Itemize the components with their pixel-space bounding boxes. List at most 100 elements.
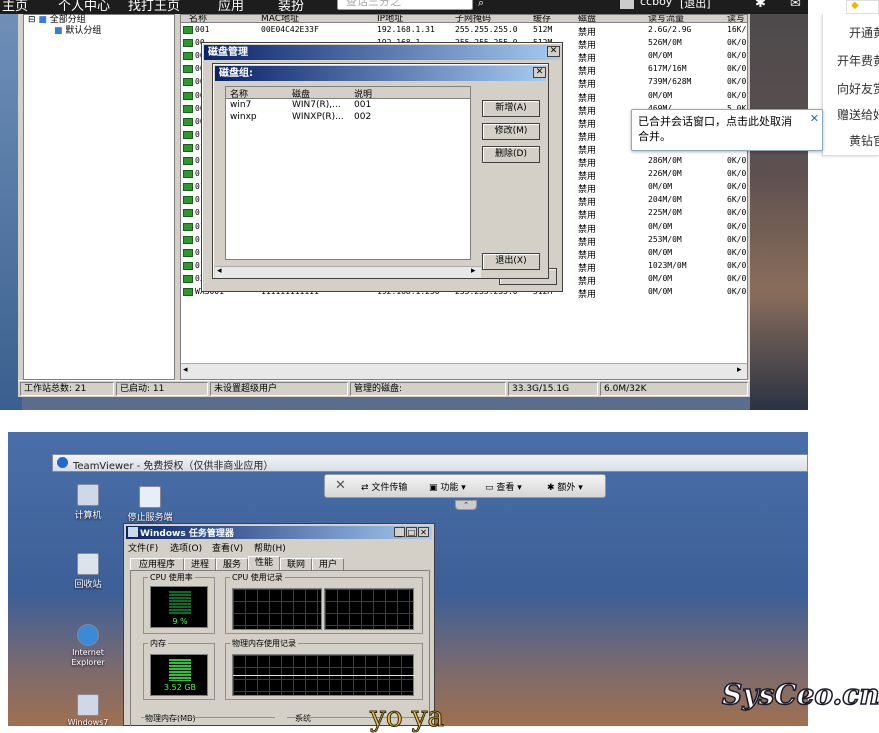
teamviewer-toolbar: ✕ ⇄ 文件传输 ▣ 功能 ▾ ▭ 查看 ▾ ✱ 额外 ▾ [324, 474, 606, 498]
search-icon[interactable]: ⌕ [478, 0, 484, 10]
promo-item[interactable]: 黄钻官 [849, 132, 879, 149]
edit-button[interactable]: 修改(M) [482, 123, 540, 140]
cell-traffic: 0M/0M [648, 273, 673, 283]
site-watermark: SysCeo.cn [721, 677, 879, 712]
column-header[interactable]: 读写 [727, 15, 745, 24]
toolbar-collapse-icon[interactable]: ⌃ [455, 500, 477, 510]
column-header[interactable]: 读写流量 [648, 15, 684, 24]
nav-decor-link[interactable]: 装扮 [278, 0, 304, 14]
memory-history-group: 物理内存使用记录 [225, 638, 423, 700]
status-bar: 工作站总数: 21 已启动: 11 未设置超级用户 管理的磁盘: 33.3G/1… [18, 380, 750, 397]
desktop-icon-stop-server[interactable]: 停止服务端 [120, 486, 180, 523]
recycle-bin-icon [77, 553, 99, 575]
cell-traffic: 286M/0M [648, 156, 682, 165]
actions-menu[interactable]: ▣ 功能 ▾ [429, 480, 466, 493]
extras-menu[interactable]: ✱ 额外 ▾ [547, 480, 583, 493]
nav-home-link[interactable]: 主页 [2, 0, 28, 14]
horizontal-scrollbar[interactable]: ◂ ▸ [181, 363, 747, 379]
close-icon[interactable]: ✕ [547, 46, 560, 57]
nav-page-link[interactable]: 找打王页 [128, 0, 180, 14]
menu-options[interactable]: 选项(O) [170, 541, 202, 554]
cell-traffic: 226M/0M [648, 169, 682, 179]
gear-icon: ✱ [547, 483, 555, 493]
tab-bar: 应用程序 进程 服务 性能 联网 用户 [130, 556, 430, 571]
avatar[interactable] [620, 0, 634, 9]
desktop-icon-recycle-bin[interactable]: 回收站 [58, 553, 118, 590]
promo-item[interactable]: 开年费黄 [837, 52, 879, 69]
maximize-icon[interactable]: □ [406, 527, 417, 537]
column-header[interactable]: MAC地址 [261, 15, 299, 24]
cell-traffic: 0M/0M [648, 51, 673, 61]
scroll-right-icon[interactable]: ▸ [737, 365, 742, 375]
column-header[interactable]: 子网掩码 [455, 15, 491, 24]
close-icon[interactable]: ✕ [810, 111, 819, 126]
tab-5[interactable]: 用户 [312, 558, 344, 570]
cell-state: 禁用 [578, 159, 597, 169]
nav-profile-link[interactable]: 个人中心 [58, 0, 110, 14]
cell-rw: 0K/0 [727, 182, 747, 192]
monitor-icon [183, 288, 193, 296]
scroll-left-icon[interactable]: ◂ [217, 266, 222, 276]
table-row[interactable]: 001 00E04C42E33F 192.168.1.31 255.255.255.0… [181, 24, 747, 38]
list-header: 名称 MAC地址 IP地址 子网掩码 缓存 磁盘 读写流量 读写 [181, 15, 747, 24]
exit-button[interactable]: 退出(X) [482, 253, 540, 270]
teamviewer-icon [57, 457, 68, 468]
cell-state: 禁用 [578, 106, 597, 117]
memory-value: 3.52 GB [163, 683, 197, 692]
nav-apps-link[interactable]: 应用 [218, 0, 244, 14]
cell-rw: 0K/0 [727, 64, 747, 74]
scroll-left-icon[interactable]: ◂ [183, 365, 188, 375]
cpu-history-group: CPU 使用记录 [225, 572, 423, 634]
menu-help[interactable]: 帮助(H) [254, 541, 286, 554]
dialog-title: 磁盘管理 [204, 45, 560, 60]
column-header[interactable]: 磁盘 [578, 15, 596, 24]
monitor-icon [183, 183, 193, 192]
search-input[interactable]: 查话三分之 [337, 0, 473, 10]
username-link[interactable]: ccboy [640, 0, 672, 8]
column-header[interactable]: IP地址 [377, 15, 403, 24]
column-header[interactable]: 名称 [230, 87, 248, 100]
close-icon[interactable]: ✕ [418, 527, 429, 537]
logout-link[interactable]: [退出] [680, 0, 711, 11]
group-label: CPU 使用记录 [230, 572, 285, 583]
horizontal-scrollbar[interactable]: ◂ ▸ [215, 266, 481, 278]
cell-state: 禁用 [578, 276, 597, 287]
scroll-right-icon[interactable]: ▸ [471, 266, 476, 276]
add-button[interactable]: 新增(A) [482, 100, 540, 117]
promo-item[interactable]: 开通黄 [849, 24, 879, 41]
close-icon[interactable]: ✕ [533, 67, 546, 78]
tab-4[interactable]: 联网 [280, 558, 312, 570]
cell-rw: 0K/0 [727, 273, 747, 283]
cell-traffic: 0M/0M [648, 287, 673, 296]
tab-1[interactable]: 进程 [184, 558, 216, 570]
tab-3[interactable]: 性能 [248, 556, 280, 571]
file-transfer-button[interactable]: ⇄ 文件传输 [361, 480, 407, 493]
mail-icon[interactable]: ✉ [790, 0, 801, 11]
menu-view[interactable]: 查看(V) [212, 541, 243, 554]
status-started: 已启动: 11 [116, 382, 208, 396]
tab-2[interactable]: 服务 [216, 558, 248, 570]
column-header[interactable]: 磁盘 [292, 87, 310, 100]
minimize-icon[interactable]: _ [394, 527, 405, 537]
column-header[interactable]: 缓存 [533, 15, 551, 24]
tab-0[interactable]: 应用程序 [130, 558, 184, 570]
merged-window-tooltip[interactable]: 已合并会话窗口，点击此处取消合并。 ✕ [631, 109, 823, 151]
cell-state: 禁用 [578, 263, 597, 274]
tree-child[interactable]: ■ 默认分组 [54, 23, 101, 36]
desktop-icon-computer[interactable]: 计算机 [58, 484, 118, 521]
column-header[interactable]: 说明 [354, 87, 372, 100]
cell-state: 禁用 [578, 145, 597, 156]
gear-icon[interactable]: ✱ [755, 0, 766, 11]
status-disk-size: 33.3G/15.1G [508, 382, 598, 396]
delete-button[interactable]: 删除(D) [482, 146, 540, 163]
promo-item[interactable]: 向好友赏 [837, 80, 879, 97]
desktop-icon-windows7[interactable]: Windows7 [58, 694, 118, 726]
promo-item[interactable]: 赠送给好 [837, 106, 879, 123]
column-header[interactable]: 名称 [189, 15, 207, 24]
menu-file[interactable]: 文件(F) [128, 541, 158, 554]
cell-state: 禁用 [578, 224, 597, 235]
close-icon[interactable]: ✕ [335, 478, 346, 493]
view-menu[interactable]: ▭ 查看 ▾ [485, 480, 522, 493]
desktop-icon-ie[interactable]: Internet Explorer [58, 624, 118, 668]
cell-traffic: 526M/0M [648, 38, 682, 48]
